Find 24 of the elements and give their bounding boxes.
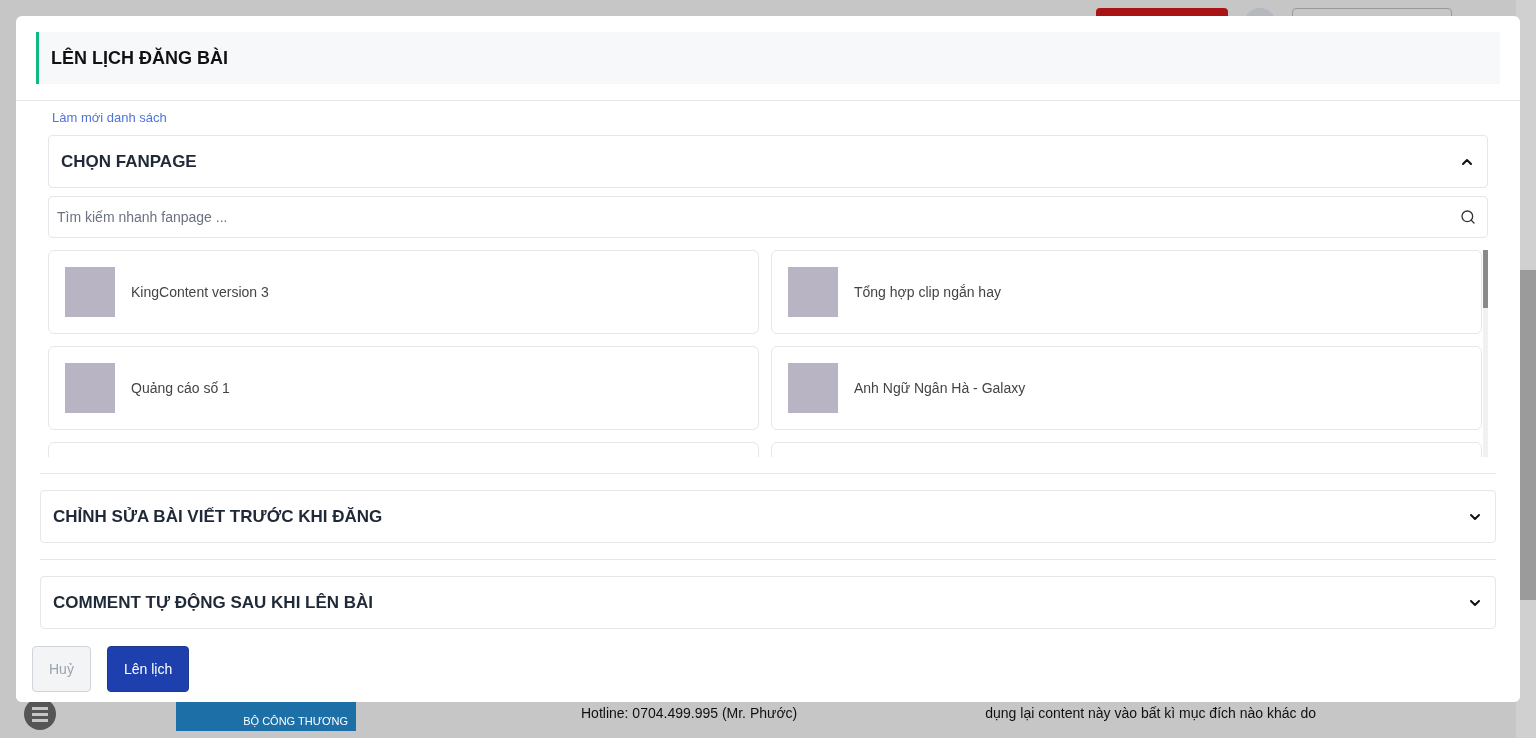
section-header[interactable]: CHỈNH SỬA BÀI VIẾT TRƯỚC KHI ĐĂNG <box>40 490 1496 543</box>
modal-title: LÊN LỊCH ĐĂNG BÀI <box>51 46 228 70</box>
fanpage-card[interactable]: Quảng cáo số 1 <box>48 346 759 430</box>
avatar-placeholder <box>788 363 838 413</box>
search-field[interactable]: Tìm kiếm nhanh fanpage ... <box>48 196 1488 238</box>
search-icon <box>1460 209 1476 225</box>
refresh-link[interactable]: Làm mới danh sách <box>52 110 167 125</box>
avatar-placeholder <box>65 267 115 317</box>
hotline-text: Hotline: 0704.499.995 (Mr. Phước) <box>581 703 798 723</box>
fanpage-card[interactable]: KingContent version 3 <box>48 250 759 334</box>
fanpage-card[interactable]: Tổng hợp clip ngắn hay <box>771 250 1482 334</box>
section-header[interactable]: CHỌN FANPAGE <box>48 135 1488 188</box>
schedule-button[interactable]: Lên lịch <box>106 646 190 692</box>
footer-text: dụng lại content này vào bất kì mục đích nào khác do <box>985 703 1316 723</box>
fanpage-name: KingContent version 3 <box>131 282 269 302</box>
fanpage-card[interactable]: Anh Ngữ Ngân Hà - Galaxy <box>771 346 1482 430</box>
avatar-placeholder <box>788 267 838 317</box>
scrollbar[interactable] <box>1483 250 1488 457</box>
fanpage-name: Anh Ngữ Ngân Hà - Galaxy <box>854 378 1026 398</box>
section-header[interactable]: COMMENT TỰ ĐỘNG SAU KHI LÊN BÀI <box>40 576 1496 629</box>
fanpage-name: Tổng hợp clip ngắn hay <box>854 282 1001 302</box>
avatar-placeholder <box>65 363 115 413</box>
badge-text: BỘ CÔNG THƯƠNG <box>243 713 348 729</box>
fanpage-name: Quảng cáo số 1 <box>131 378 230 398</box>
